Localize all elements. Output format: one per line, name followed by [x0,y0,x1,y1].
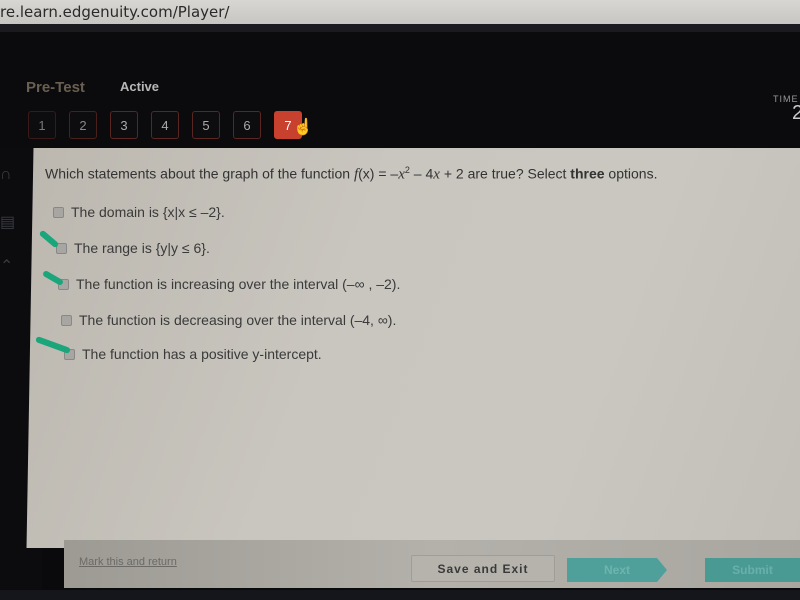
next-button[interactable]: Next [567,558,667,582]
question-emphasis: three [570,165,605,182]
question-button-6[interactable]: 6 [233,111,261,139]
option-label: The function is decreasing over the inte… [79,312,397,328]
option-label: The domain is {x|x ≤ –2}. [71,204,225,220]
function-arg: (x) = – [358,165,399,182]
mark-and-return-link[interactable]: Mark this and return [79,556,177,568]
question-prefix: Which statements about the graph of the … [45,165,354,182]
option-1[interactable]: The domain is {x|x ≤ –2}. [53,204,225,220]
question-prompt: Which statements about the graph of the … [45,165,657,184]
option-label: The function has a positive y-intercept. [82,346,322,362]
save-and-exit-button[interactable]: Save and Exit [411,555,555,582]
headphones-icon[interactable]: ∩ [0,166,12,184]
calculator-icon[interactable]: ▤ [0,212,15,232]
question-suffix: options. [604,165,658,182]
hand-cursor-icon: ☝ [293,119,313,136]
function-var-2: x [433,166,440,183]
option-4[interactable]: The function is decreasing over the inte… [61,312,396,328]
function-tail: + 2 are true? Select [439,165,571,182]
question-button-2[interactable]: 2 [69,111,97,139]
url-text[interactable]: re.learn.edgenuity.com/Player/ [0,3,230,21]
function-var: x [398,166,405,183]
option-5[interactable]: The function has a positive y-intercept. [64,346,322,362]
browser-divider [0,24,800,32]
monitor-bezel [0,590,800,600]
formula-icon[interactable]: ⌃ [0,256,13,276]
option-2[interactable]: The range is {y|y ≤ 6}. [56,240,210,256]
option-3[interactable]: The function is increasing over the inte… [58,276,400,292]
timer-value: 2 [792,102,800,124]
function-rest: – 4 [409,165,434,182]
status-label: Active [120,79,160,94]
question-button-1[interactable]: 1 [28,111,56,139]
checkbox[interactable] [61,314,72,326]
option-label: The function is increasing over the inte… [76,276,401,292]
question-button-3[interactable]: 3 [110,111,138,139]
submit-button[interactable]: Submit [705,558,800,582]
checkbox[interactable] [53,206,64,218]
option-label: The range is {y|y ≤ 6}. [74,240,210,256]
course-label: Pre-Test [26,79,85,96]
question-navigation: 1 2 3 4 5 6 7 [28,111,302,139]
question-button-5[interactable]: 5 [192,111,220,139]
browser-address-bar[interactable]: re.learn.edgenuity.com/Player/ [0,0,800,24]
question-button-4[interactable]: 4 [151,111,179,139]
